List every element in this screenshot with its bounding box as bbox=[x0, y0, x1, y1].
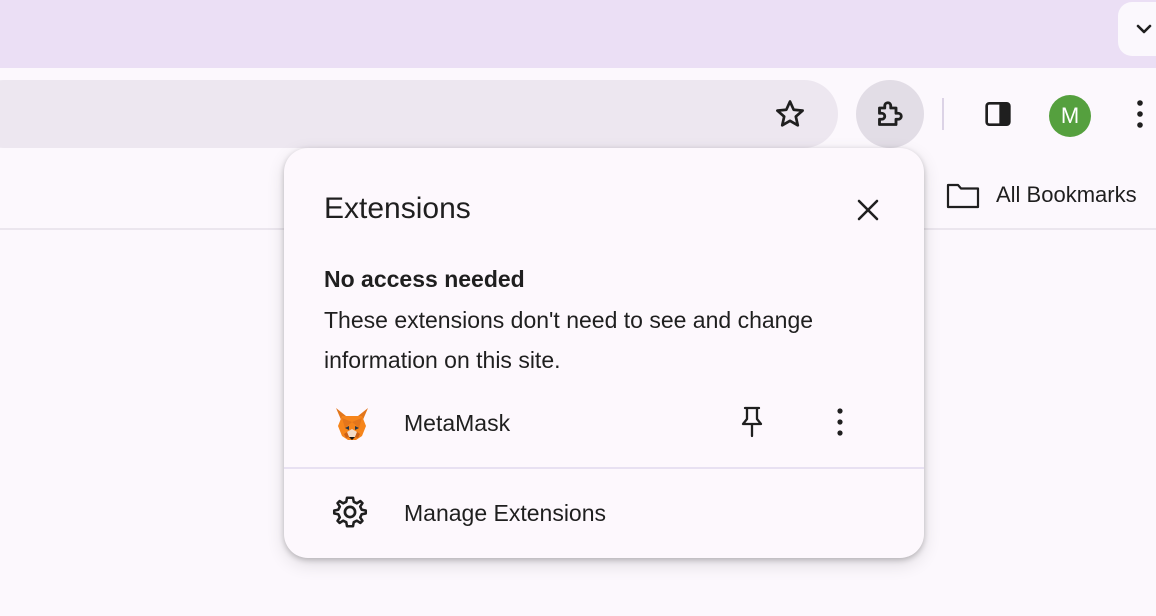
manage-extensions-label: Manage Extensions bbox=[404, 500, 607, 526]
puzzle-icon bbox=[878, 101, 903, 126]
tab-strip bbox=[0, 0, 1156, 68]
tab-search-button[interactable] bbox=[1118, 2, 1156, 56]
star-icon bbox=[776, 100, 804, 127]
extension-row-metamask[interactable]: MetaMask bbox=[284, 396, 924, 452]
bookmark-star-button[interactable] bbox=[764, 88, 816, 140]
all-bookmarks-button[interactable]: All Bookmarks bbox=[946, 178, 1137, 212]
extension-name: MetaMask bbox=[404, 410, 511, 436]
chevron-down-icon bbox=[1136, 24, 1152, 34]
close-icon bbox=[857, 199, 879, 221]
metamask-fox-icon bbox=[336, 408, 368, 440]
divider bbox=[284, 467, 924, 469]
profile-initial: M bbox=[1060, 103, 1080, 128]
extensions-button[interactable] bbox=[856, 80, 924, 148]
side-panel-button[interactable] bbox=[974, 90, 1022, 138]
manage-extensions-button[interactable]: Manage Extensions bbox=[284, 484, 924, 540]
pin-button[interactable] bbox=[734, 402, 770, 442]
section-heading: No access needed bbox=[324, 266, 525, 292]
vertical-dots-icon bbox=[1137, 100, 1143, 128]
side-panel-icon bbox=[985, 102, 1011, 126]
address-bar[interactable] bbox=[0, 80, 838, 148]
browser-menu-button[interactable] bbox=[1124, 90, 1156, 138]
all-bookmarks-label: All Bookmarks bbox=[996, 182, 1137, 207]
toolbar: M bbox=[0, 68, 1156, 160]
extension-more-button[interactable] bbox=[824, 402, 856, 442]
section-description: These extensions don't need to see and c… bbox=[324, 307, 814, 373]
close-button[interactable] bbox=[850, 192, 886, 228]
extensions-popup: Extensions No access needed These extens… bbox=[284, 148, 924, 558]
toolbar-separator bbox=[942, 98, 944, 130]
folder-icon bbox=[946, 183, 980, 209]
popup-title: Extensions bbox=[324, 192, 471, 225]
profile-avatar[interactable]: M bbox=[1049, 95, 1091, 137]
gear-icon bbox=[332, 496, 368, 528]
pin-icon bbox=[741, 406, 763, 438]
vertical-dots-icon bbox=[837, 408, 843, 436]
